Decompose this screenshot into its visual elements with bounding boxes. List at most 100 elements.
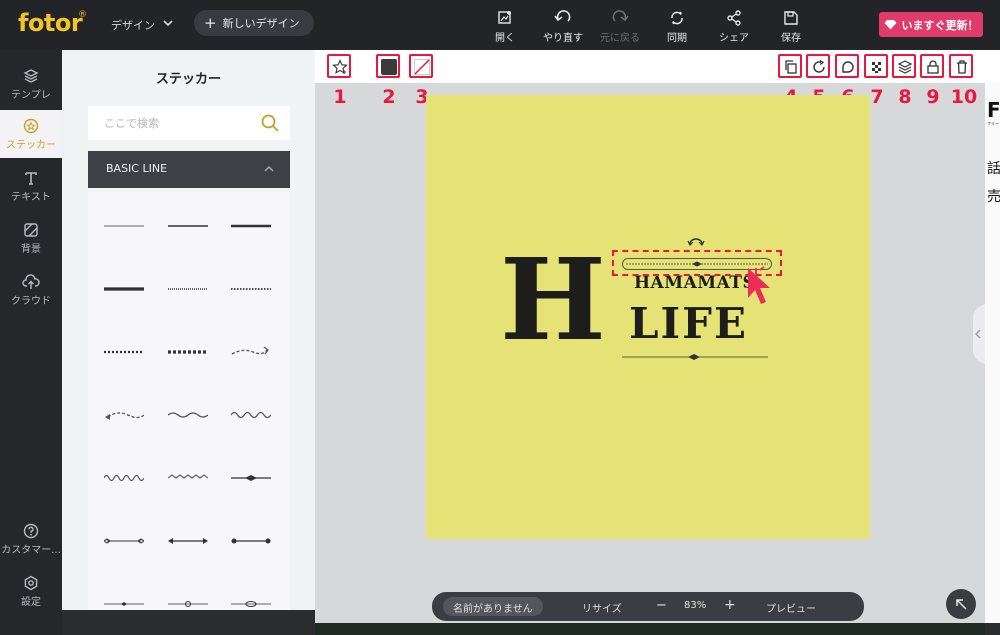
checkerboard-icon [872, 62, 881, 73]
registered-mark: ® [78, 10, 87, 20]
layer-order-button[interactable] [892, 54, 916, 78]
sticker-wave-line-2[interactable] [231, 405, 271, 425]
color-picker-button[interactable] [376, 54, 400, 78]
nav-templates[interactable]: テンプレ [0, 60, 62, 108]
upgrade-button[interactable]: いますぐ更新！ [879, 12, 983, 37]
design-letter-h[interactable]: H [500, 245, 606, 357]
annotation-10: 10 [950, 86, 978, 108]
zoom-in-button[interactable]: + [724, 597, 736, 613]
share-button[interactable]: シェア [706, 10, 762, 44]
duplicate-button[interactable] [778, 54, 802, 78]
search-placeholder: ここで検索 [104, 117, 159, 130]
sticker-wave-line[interactable] [168, 405, 208, 425]
design-menu[interactable]: デザイン [111, 17, 155, 33]
favorite-button[interactable] [327, 54, 351, 78]
document-name[interactable]: 名前がありません [443, 597, 543, 616]
help-icon [23, 523, 39, 539]
sticker-diamond-line[interactable] [231, 468, 271, 488]
cursor-arrow-icon [748, 266, 770, 304]
sticker-ornament-line[interactable] [104, 594, 144, 614]
section-basic-line[interactable]: BASIC LINE [88, 151, 290, 188]
no-color-icon [414, 59, 430, 75]
chevron-down-icon[interactable] [163, 18, 173, 28]
zoom-level: 83% [684, 600, 707, 611]
design-text-life[interactable]: LIFE [629, 299, 748, 348]
sticker-line-hollow-ends[interactable] [104, 531, 144, 551]
share-icon [727, 10, 741, 26]
nav-help[interactable]: カスタマー... [0, 515, 62, 563]
preview-button[interactable]: プレビュー [766, 600, 816, 615]
delete-button[interactable] [949, 54, 973, 78]
nav-help-label: カスタマー... [1, 545, 61, 556]
design-text-hamamats[interactable]: HAMAMATS [634, 273, 755, 293]
zoom-out-button[interactable]: − [656, 598, 667, 613]
sticker-curved-arrow-left[interactable] [104, 405, 144, 425]
annotation-1: 1 [333, 86, 347, 108]
sticker-dot-ends-line[interactable] [231, 531, 271, 551]
layers-icon [897, 60, 913, 74]
right-panel-top [985, 50, 1000, 83]
design-canvas[interactable]: H HAMAMATS LIFE [426, 95, 870, 539]
search-icon[interactable] [260, 113, 280, 133]
section-title: BASIC LINE [106, 162, 168, 175]
sticker-dotted-line[interactable] [168, 279, 208, 299]
panel-collapse-handle[interactable] [971, 304, 985, 364]
sticker-double-arrow[interactable] [168, 531, 208, 551]
open-button[interactable]: 開く [477, 10, 533, 44]
layers-icon [23, 69, 39, 83]
share-label: シェア [719, 33, 749, 44]
sticker-curved-arrow[interactable] [231, 342, 271, 362]
right-panel-brand: F [987, 98, 1000, 122]
sticker-square-dashed-line[interactable] [168, 342, 208, 362]
status-bar: 名前がありません リサイズ − 83% + プレビュー [432, 592, 864, 621]
save-icon [784, 11, 798, 25]
transparency-button[interactable] [864, 54, 888, 78]
sticker-bold-line[interactable] [104, 279, 144, 299]
redo-button[interactable]: 元に戻る [592, 10, 648, 44]
sticker-medium-line[interactable] [168, 216, 208, 236]
sticker-circle-line[interactable] [168, 594, 208, 614]
nav-settings[interactable]: 設定 [0, 567, 62, 615]
design-ornament-line[interactable] [622, 351, 768, 363]
cloud-upload-icon [22, 274, 40, 289]
nav-stickers-label: ステッカー [6, 140, 56, 151]
copy-icon [785, 60, 797, 74]
chevron-up-icon[interactable] [264, 165, 274, 173]
rotate-button[interactable] [806, 54, 830, 78]
text-icon [25, 172, 37, 185]
sticker-zigzag-wave[interactable] [104, 468, 144, 488]
right-panel-text-2: 売 [987, 189, 1000, 205]
fotor-logo[interactable]: fotor [18, 9, 83, 37]
new-design-button[interactable]: + 新しいデザイン [194, 10, 314, 36]
nav-cloud[interactable]: クラウド [0, 266, 62, 314]
nav-stickers[interactable]: ステッカー [0, 110, 62, 158]
sync-icon [671, 11, 683, 25]
shape-crop-button[interactable] [835, 54, 859, 78]
trash-icon [957, 60, 967, 74]
undo-button[interactable]: やり直す [535, 10, 591, 44]
star-icon [332, 59, 348, 74]
nav-background[interactable]: 背景 [0, 214, 62, 262]
background-icon [24, 223, 38, 237]
sticker-thick-line[interactable] [231, 216, 271, 236]
sync-button[interactable]: 同期 [649, 10, 705, 44]
lock-button[interactable] [920, 54, 944, 78]
nav-templates-label: テンプレ [11, 90, 51, 101]
plus-icon: + [204, 13, 217, 32]
resize-button[interactable]: リサイズ [582, 600, 622, 615]
settings-icon [24, 575, 38, 591]
sticker-dotted-line-2[interactable] [231, 279, 271, 299]
sticker-search-input[interactable]: ここで検索 [88, 106, 290, 140]
annotation-9: 9 [926, 86, 940, 108]
sticker-dashed-line[interactable] [104, 342, 144, 362]
nav-text[interactable]: テキスト [0, 162, 62, 210]
sync-label: 同期 [667, 33, 687, 44]
rotate-handle-icon[interactable] [686, 236, 706, 248]
save-label: 保存 [781, 33, 801, 44]
save-button[interactable]: 保存 [763, 10, 819, 44]
sticker-oval-line[interactable] [231, 594, 271, 614]
sticker-thin-line[interactable] [104, 216, 144, 236]
expand-corner-button[interactable] [946, 589, 976, 619]
sticker-zigzag-wave-2[interactable] [168, 468, 208, 488]
transparent-color-button[interactable] [409, 54, 433, 78]
